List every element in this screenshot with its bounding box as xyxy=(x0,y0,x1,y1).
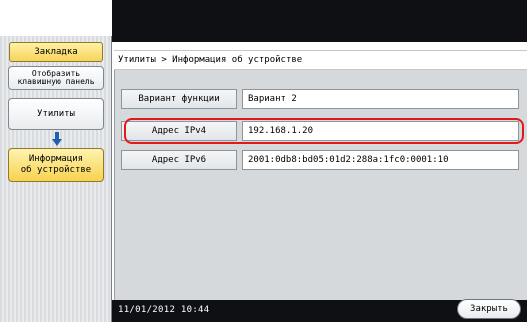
left-navigation-panel: Закладка Отобразить клавишную панель Ути… xyxy=(0,0,112,322)
info-row-ipv6: Адрес IPv6 2001:0db8:bd05:01d2:288a:1fc0… xyxy=(121,150,519,170)
utilities-label: Утилиты xyxy=(37,109,75,119)
utilities-button[interactable]: Утилиты xyxy=(8,98,104,130)
function-variant-value: Вариант 2 xyxy=(242,89,519,109)
ipv6-label: Адрес IPv6 xyxy=(121,150,237,170)
ipv4-label: Адрес IPv4 xyxy=(121,121,237,141)
left-top-area xyxy=(0,0,112,36)
top-status-band xyxy=(112,0,527,42)
date-time: 11/01/2012 10:44 xyxy=(118,305,210,315)
control-panel-screen: Закладка Отобразить клавишную панель Ути… xyxy=(0,0,527,322)
show-keypad-button[interactable]: Отобразить клавишную панель xyxy=(8,66,104,90)
function-variant-label: Вариант функции xyxy=(121,89,237,109)
close-button[interactable]: Закрыть xyxy=(457,299,521,319)
ipv4-value: 192.168.1.20 xyxy=(242,121,519,141)
breadcrumb: Утилиты > Информация об устройстве xyxy=(118,55,303,65)
arrow-down-icon xyxy=(52,132,62,146)
show-keypad-label: Отобразить клавишную панель xyxy=(17,69,95,86)
bookmark-button[interactable]: Закладка xyxy=(9,42,103,62)
device-information-button[interactable]: Информация об устройстве xyxy=(8,148,104,182)
device-information-label: Информация об устройстве xyxy=(20,154,92,175)
info-row-ipv4: Адрес IPv4 192.168.1.20 xyxy=(121,121,519,141)
ipv6-value: 2001:0db8:bd05:01d2:288a:1fc0:0001:10 xyxy=(242,150,519,170)
close-label: Закрыть xyxy=(470,304,508,314)
info-row-function-variant: Вариант функции Вариант 2 xyxy=(121,89,519,109)
bookmark-label: Закладка xyxy=(34,47,78,57)
